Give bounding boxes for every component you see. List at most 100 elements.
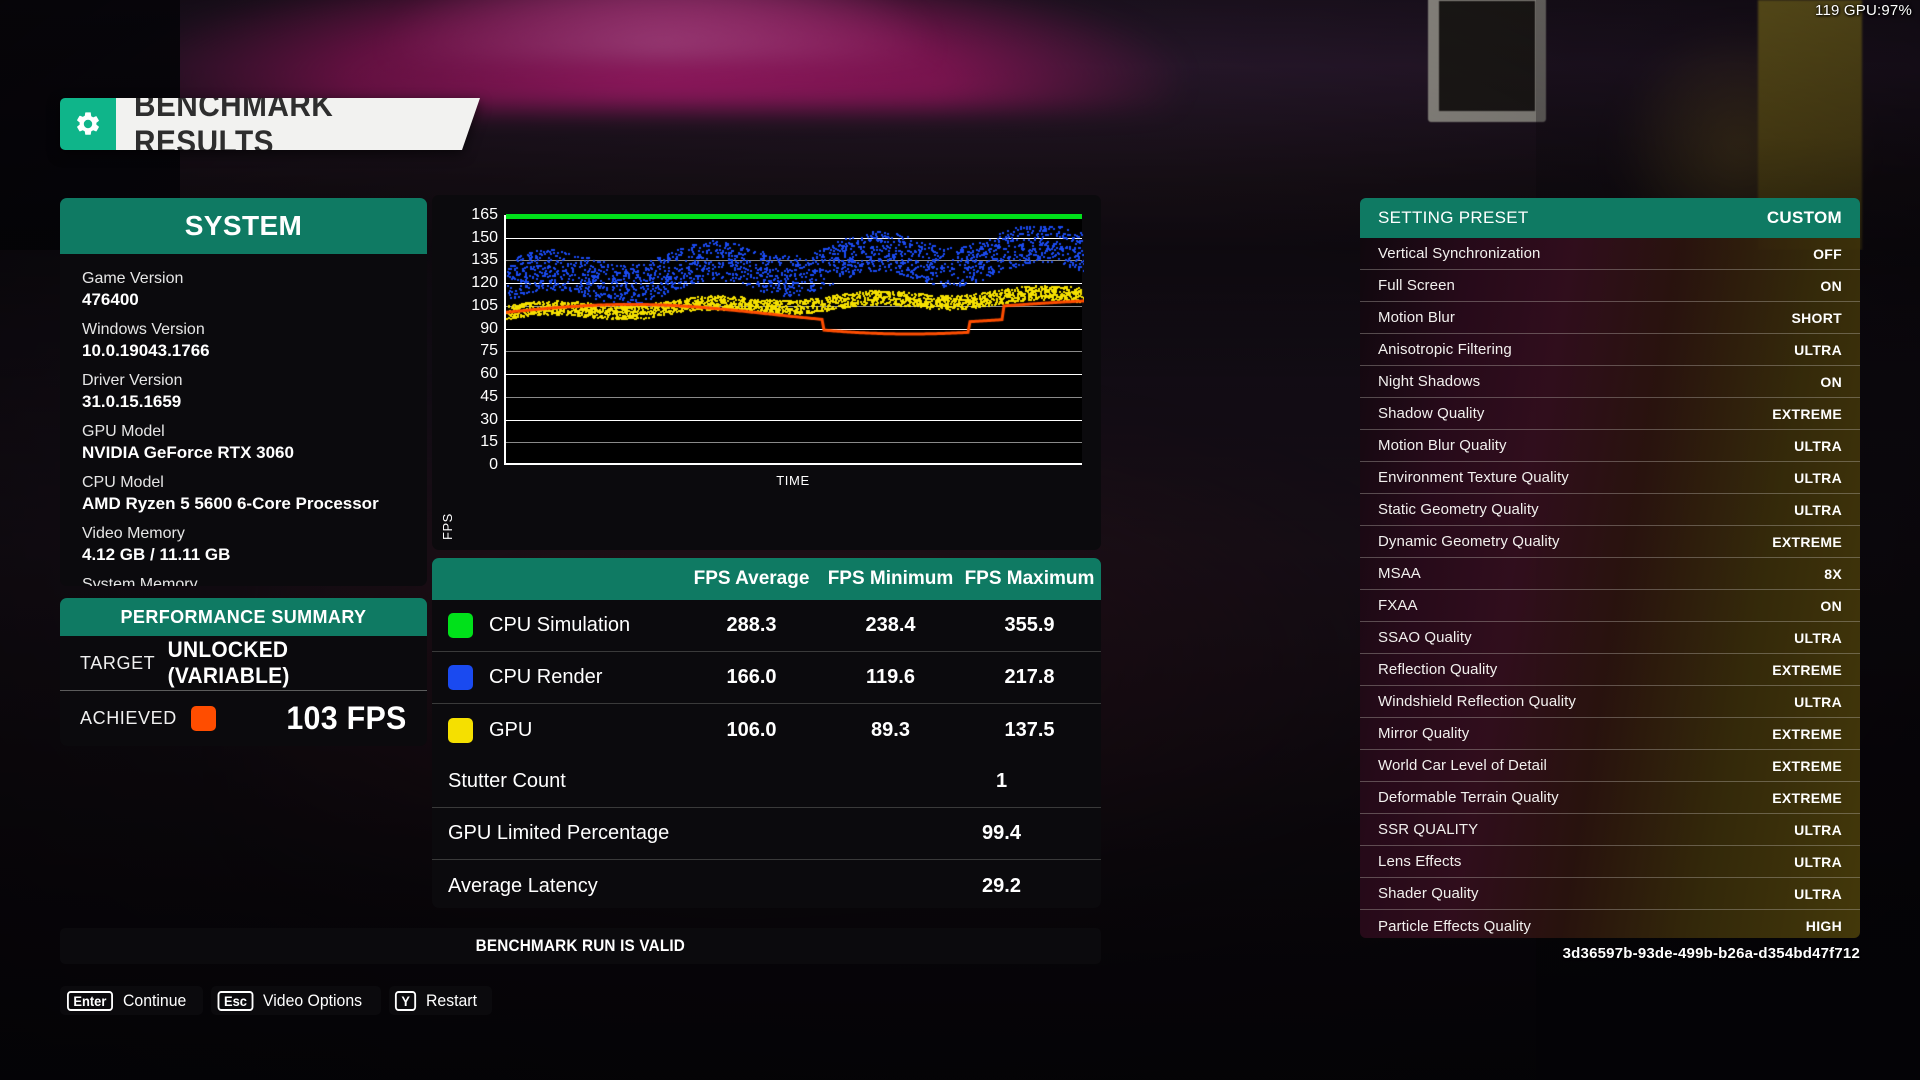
setting-label: Lens Effects (1378, 853, 1462, 870)
system-info-label: Video Memory (82, 525, 185, 542)
chart-y-tick-label: 105 (471, 296, 498, 314)
result-fps-maximum: 217.8 (1004, 666, 1055, 688)
setting-preset-label: SETTING PRESET (1378, 208, 1529, 227)
hint-button-video-options[interactable]: Esc Video Options (210, 986, 382, 1015)
gear-icon (60, 98, 116, 150)
setting-value: ON (1820, 597, 1842, 614)
settings-preset-card: SETTING PRESET CUSTOM Vertical Synchroni… (1360, 198, 1860, 938)
chart-y-tick-label: 30 (480, 410, 498, 428)
stat-row: GPU Limited Percentage 99.4 (432, 808, 1101, 860)
setting-value: ULTRA (1794, 341, 1842, 358)
result-name-cell: GPU (432, 717, 682, 743)
system-info-row: Game Version 476400 (82, 268, 405, 311)
benchmark-validity-text: BENCHMARK RUN IS VALID (475, 936, 686, 955)
setting-label: Shadow Quality (1378, 405, 1485, 422)
results-table-body: CPU Simulation 288.3 238.4 355.9 CPU Render 1… (432, 600, 1101, 756)
series-color-swatch (448, 613, 473, 638)
chart-y-tick-label: 150 (471, 228, 498, 246)
setting-row: Night Shadows ON (1360, 366, 1860, 398)
performance-summary-card: PERFORMANCE SUMMARY TARGET UNLOCKED (VAR… (60, 598, 427, 746)
chart-series-frame-time (506, 215, 1084, 465)
hint-label: Continue (122, 990, 187, 1010)
setting-value: HIGH (1805, 918, 1842, 934)
result-fps-average: 288.3 (726, 614, 777, 636)
setting-label: Anisotropic Filtering (1378, 341, 1512, 358)
result-label: GPU (489, 718, 533, 741)
footer-hint-buttons: Enter Continue Esc Video Options Y Restart (60, 986, 493, 1015)
table-row: CPU Render 166.0 119.6 217.8 (432, 652, 1101, 704)
system-info-label: Game Version (82, 270, 184, 287)
setting-label: Dynamic Geometry Quality (1378, 533, 1560, 550)
result-fps-maximum: 355.9 (1004, 614, 1055, 636)
series-color-swatch (448, 665, 473, 690)
fps-over-time-chart-card: FPS 165 150 135 120 105 90 75 60 45 30 15 0 TIME (432, 195, 1101, 550)
setting-value: ULTRA (1794, 629, 1842, 646)
fps-overlay: 119 GPU:97% (1815, 2, 1912, 19)
setting-label: World Car Level of Detail (1378, 757, 1547, 774)
result-fps-minimum: 119.6 (866, 666, 915, 688)
setting-label: Vertical Synchronization (1378, 245, 1541, 262)
chart-y-tick-label: 90 (480, 319, 498, 337)
setting-label: SSAO Quality (1378, 629, 1472, 646)
setting-row: Windshield Reflection Quality ULTRA (1360, 686, 1860, 718)
stat-label: Stutter Count (448, 770, 566, 792)
setting-row: Shader Quality ULTRA (1360, 878, 1860, 910)
performance-summary-heading: PERFORMANCE SUMMARY (60, 598, 427, 636)
setting-value: ULTRA (1794, 469, 1842, 486)
setting-row: Shadow Quality EXTREME (1360, 398, 1860, 430)
system-info-row: Windows Version 10.0.19043.1766 (82, 319, 405, 362)
setting-value: 8X (1824, 565, 1842, 582)
setting-label: Motion Blur Quality (1378, 437, 1507, 454)
setting-row: Static Geometry Quality ULTRA (1360, 494, 1860, 526)
table-row: GPU 106.0 89.3 137.5 (432, 704, 1101, 756)
chart-y-tick-label: 60 (480, 365, 498, 383)
setting-row: Particle Effects Quality HIGH (1360, 910, 1860, 938)
setting-row: Mirror Quality EXTREME (1360, 718, 1860, 750)
stat-value: 29.2 (982, 874, 1021, 897)
result-fps-average: 106.0 (726, 718, 777, 741)
setting-label: Deformable Terrain Quality (1378, 789, 1559, 806)
setting-label: Night Shadows (1378, 373, 1481, 390)
hint-button-restart[interactable]: Y Restart (389, 986, 493, 1015)
chart-x-axis-label: TIME (776, 473, 810, 488)
system-info-label: CPU Model (82, 474, 164, 491)
setting-row: Reflection Quality EXTREME (1360, 654, 1860, 686)
setting-value: EXTREME (1772, 533, 1842, 550)
setting-label: Reflection Quality (1378, 661, 1498, 678)
hint-key-cap: Enter (66, 990, 113, 1011)
column-header-fps-maximum: FPS Maximum (964, 568, 1095, 589)
target-row: TARGET UNLOCKED (VARIABLE) (60, 636, 427, 691)
setting-value: EXTREME (1772, 757, 1842, 774)
hint-button-continue[interactable]: Enter Continue (60, 986, 203, 1015)
chart-plot-area (504, 214, 1084, 465)
system-info-value: AMD Ryzen 5 5600 6-Core Processor (82, 494, 379, 513)
setting-value: ULTRA (1794, 501, 1842, 518)
setting-value: OFF (1813, 245, 1842, 262)
setting-value: ULTRA (1794, 437, 1842, 454)
setting-value: EXTREME (1772, 725, 1842, 742)
setting-row: Dynamic Geometry Quality EXTREME (1360, 526, 1860, 558)
target-label: TARGET (80, 652, 156, 673)
achieved-label: ACHIEVED (80, 708, 177, 728)
hint-label: Restart (425, 990, 477, 1010)
setting-row: MSAA 8X (1360, 558, 1860, 590)
system-info-value: 4.12 GB / 11.11 GB (82, 545, 231, 564)
stat-label: GPU Limited Percentage (448, 822, 670, 844)
hint-key-cap: Y (395, 990, 417, 1011)
stat-row: Average Latency 29.2 (432, 860, 1101, 908)
setting-label: FXAA (1378, 597, 1418, 614)
column-header-fps-minimum: FPS Minimum (827, 568, 954, 589)
setting-row: Vertical Synchronization OFF (1360, 238, 1860, 270)
system-info-row: System Memory8.10 GB / 15.93 GB (82, 574, 405, 586)
system-info-card: SYSTEM Game Version 476400 Windows Version… (60, 198, 427, 586)
system-info-label: GPU Model (82, 423, 165, 440)
setting-value: ULTRA (1794, 693, 1842, 710)
settings-list: Vertical Synchronization OFF Full Screen ON… (1360, 238, 1860, 938)
result-label: CPU Render (489, 666, 603, 688)
chart-y-ticks: 165 150 135 120 105 90 75 60 45 30 15 0 (454, 206, 498, 473)
settings-preset-header: SETTING PRESET CUSTOM (1360, 198, 1860, 238)
setting-label: Environment Texture Quality (1378, 469, 1569, 486)
setting-label: MSAA (1378, 565, 1421, 582)
system-info-row: GPU Model NVIDIA GeForce RTX 3060 (82, 421, 405, 464)
chart-y-tick-label: 0 (489, 456, 498, 473)
